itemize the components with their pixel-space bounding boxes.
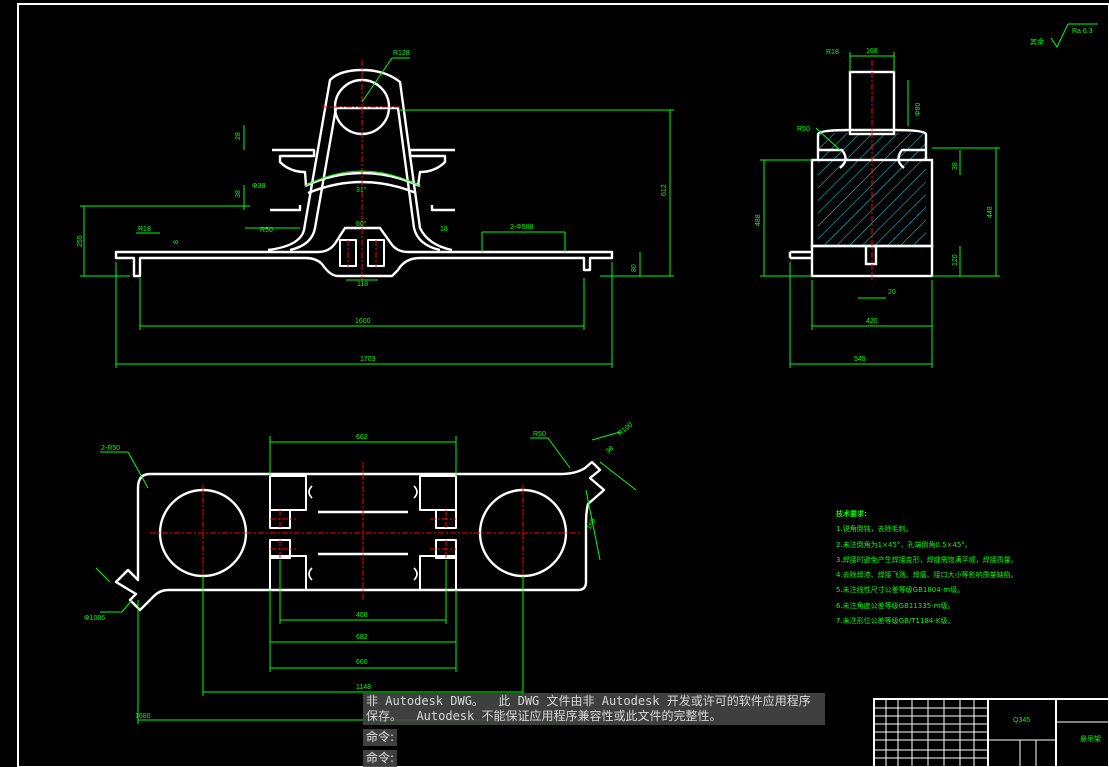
svg-text:R18: R18	[138, 226, 151, 233]
svg-text:Φ38: Φ38	[252, 183, 265, 190]
svg-text:38: 38	[235, 190, 242, 198]
svg-text:R100: R100	[617, 421, 634, 437]
title-block	[873, 698, 1109, 767]
svg-text:1680: 1680	[135, 713, 151, 720]
front-view[interactable]	[114, 68, 614, 278]
svg-text:Φ80: Φ80	[915, 103, 922, 116]
command-history: 非 Autodesk DWG。 此 DWG 文件由非 Autodesk 开发或许…	[363, 693, 825, 725]
plan-view-centerlines	[150, 462, 580, 600]
command-prompt-1: 命令:	[363, 729, 398, 746]
svg-text:662: 662	[356, 434, 368, 441]
tech-notes: 技术要求: 1.锐角倒钝，去除毛刺。 2.未注倒角为1×45°，孔端倒角0.5×…	[836, 507, 1018, 629]
svg-text:8: 8	[173, 240, 180, 244]
svg-text:R50: R50	[797, 126, 810, 133]
svg-text:60°: 60°	[356, 220, 367, 228]
tech-note-3: 3.焊接时避免产生焊接变形，焊缝需饱满平顺，焊接质量。	[836, 555, 1018, 564]
svg-text:18: 18	[440, 226, 448, 233]
svg-text:168: 168	[586, 517, 598, 531]
svg-text:R50: R50	[533, 431, 546, 438]
svg-text:Φ1086: Φ1086	[84, 615, 105, 622]
svg-text:38: 38	[952, 162, 959, 170]
drawing-border	[17, 3, 1109, 767]
tech-note-5: 5.未注线性尺寸公差等级GB1804-m级。	[836, 586, 965, 595]
tech-note-1: 1.锐角倒钝，去除毛刺。	[836, 525, 913, 534]
svg-text:R128: R128	[393, 50, 410, 57]
plan-view-dim-text: 662 408 682 660 1148 1680 2-R50 R50 Φ108…	[84, 421, 634, 720]
tech-note-6: 6.未注角度公差等级GB11335-m级。	[836, 601, 955, 610]
svg-text:660: 660	[356, 659, 368, 666]
material-label: Q345	[1013, 717, 1030, 724]
svg-text:682: 682	[356, 634, 368, 641]
tech-note-7: 7.未注形位公差等级GB/T1184-K级。	[836, 617, 955, 626]
svg-text:1703: 1703	[360, 356, 376, 363]
svg-text:255: 255	[77, 235, 84, 247]
svg-text:Ra 6.3: Ra 6.3	[1072, 28, 1093, 35]
drawing-name: 悬吊架	[1080, 735, 1101, 743]
svg-text:448: 448	[987, 206, 994, 218]
svg-text:612: 612	[661, 184, 668, 196]
svg-text:408: 408	[356, 612, 368, 619]
front-view-centerlines	[322, 60, 402, 280]
svg-text:80: 80	[631, 264, 638, 272]
plan-view-dimensions	[95, 431, 637, 724]
plan-view[interactable]	[114, 460, 606, 612]
tech-note-4: 4.去除焊渣、焊接飞溅、焊瘤、接口大小等影响质量缺陷。	[836, 571, 1018, 580]
svg-text:120: 120	[952, 254, 959, 266]
svg-text:1600: 1600	[355, 318, 371, 325]
svg-text:R50: R50	[260, 227, 273, 234]
drawing-canvas[interactable]: 其余 Ra 6.3 1703 1600 612 255 80 R128 R18 …	[0, 0, 1109, 767]
svg-text:R18: R18	[826, 49, 839, 56]
svg-text:31°: 31°	[356, 186, 367, 194]
side-view[interactable]	[788, 60, 934, 280]
tech-notes-title: 技术要求:	[836, 510, 867, 518]
svg-text:20: 20	[888, 289, 896, 296]
svg-text:28: 28	[235, 132, 242, 140]
roughness-symbol: 其余 Ra 6.3	[1030, 23, 1098, 49]
svg-text:2-Φ588: 2-Φ588	[510, 224, 534, 231]
svg-text:1148: 1148	[356, 684, 371, 691]
svg-text:168: 168	[866, 48, 878, 55]
svg-text:420: 420	[866, 318, 878, 325]
svg-text:2-R50: 2-R50	[101, 445, 120, 452]
command-message-line1: 非 Autodesk DWG。 此 DWG 文件由非 Autodesk 开发或许…	[366, 694, 811, 708]
svg-text:545: 545	[854, 356, 866, 363]
svg-text:38: 38	[605, 445, 616, 455]
tech-note-2: 2.未注倒角为1×45°，孔端倒角0.5×45°。	[836, 540, 972, 549]
command-message-line2: 保存。 Autodesk 不能保证应用程序兼容性或此文件的完整性。	[366, 709, 722, 723]
svg-text:488: 488	[755, 214, 762, 226]
svg-text:其余: 其余	[1030, 37, 1044, 46]
command-prompt-2[interactable]: 命令:	[363, 750, 398, 767]
front-view-dimensions	[80, 57, 674, 368]
svg-text:118: 118	[357, 281, 368, 288]
